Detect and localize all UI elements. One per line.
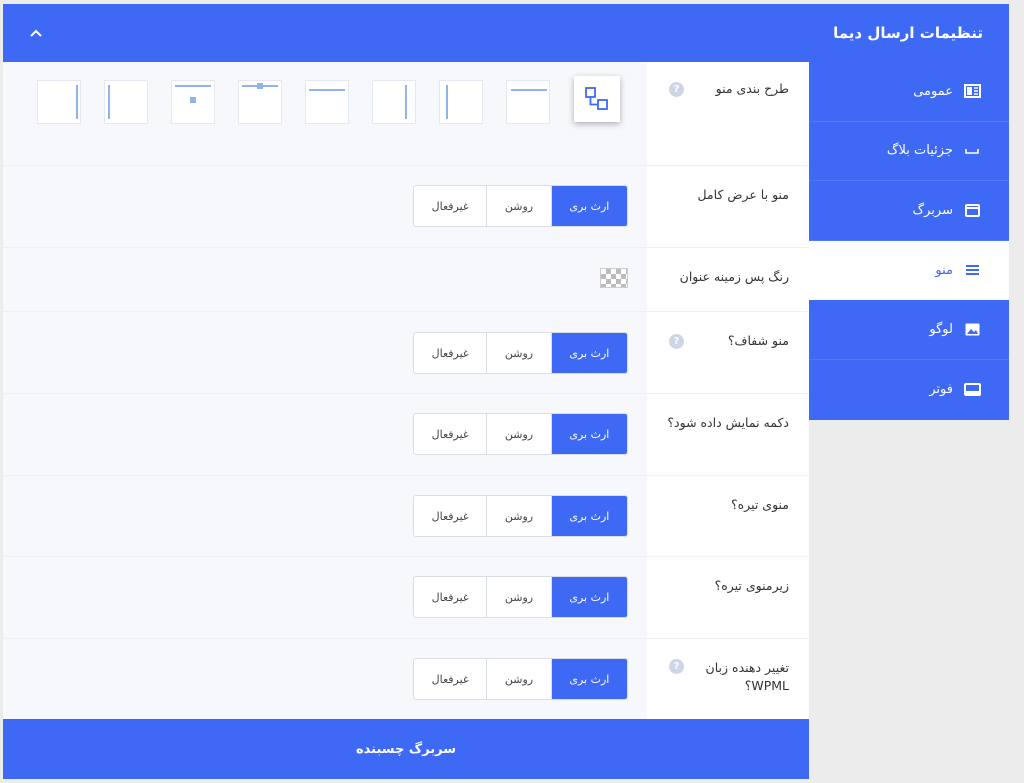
layout-option[interactable]: [305, 80, 349, 124]
segmented-control: غیرفعال روشن ارث بری: [413, 413, 628, 455]
option-disabled[interactable]: غیرفعال: [414, 577, 488, 617]
row-label: رنگ پس زمینه عنوان: [679, 269, 789, 284]
layout-option[interactable]: [439, 80, 483, 124]
option-disabled[interactable]: غیرفعال: [414, 333, 488, 373]
page-title: تنظیمات ارسال دیما: [833, 24, 983, 42]
row-label: دکمه نمایش داده شود؟: [667, 415, 789, 430]
option-light[interactable]: روشن: [487, 659, 552, 699]
option-inherit[interactable]: ارث بری: [551, 496, 627, 536]
help-icon[interactable]: ?: [669, 334, 684, 349]
sidebar-item-label: عمومی: [913, 83, 953, 99]
row-label: منو شفاف؟: [727, 333, 789, 348]
row-label: منو با عرض کامل: [697, 187, 789, 202]
sidebar-item-blog-details[interactable]: جزئیات بلاگ: [809, 122, 1009, 182]
row-dark-menu: غیرفعال روشن ارث بری منوی تیره؟: [3, 476, 809, 557]
sidebar-item-label: لوگو: [929, 322, 953, 338]
segmented-control: غیرفعال روشن ارث بری: [413, 576, 628, 618]
settings-panel: طرح بندی منو ? غیرفعال روشن ارث بری منو …: [3, 62, 809, 719]
help-icon[interactable]: ?: [669, 659, 684, 674]
option-inherit[interactable]: ارث بری: [551, 577, 627, 617]
row-full-width: غیرفعال روشن ارث بری منو با عرض کامل: [3, 166, 809, 248]
sidebar-item-logo[interactable]: لوگو: [809, 300, 1009, 360]
option-light[interactable]: روشن: [487, 577, 552, 617]
sidebar-item-label: جزئیات بلاگ: [886, 143, 953, 159]
layout-option[interactable]: [171, 80, 215, 124]
row-show-button: غیرفعال روشن ارث بری دکمه نمایش داده شود…: [3, 394, 809, 476]
option-light[interactable]: روشن: [487, 414, 552, 454]
help-icon[interactable]: ?: [669, 82, 684, 97]
row-label: طرح بندی منو: [715, 81, 789, 96]
sidebar-item-label: فوتر: [929, 382, 953, 398]
option-inherit[interactable]: ارث بری: [551, 186, 627, 226]
sidebar-item-label: سربرگ: [912, 202, 954, 218]
sidebar-item-footer[interactable]: فوتر: [809, 360, 1009, 420]
sidebar-item-menu[interactable]: منو: [809, 240, 1009, 301]
option-light[interactable]: روشن: [487, 496, 552, 536]
settings-header: تنظیمات ارسال دیما: [3, 4, 1009, 62]
layout-option[interactable]: [37, 80, 81, 124]
book-icon: [963, 83, 981, 99]
segmented-control: غیرفعال روشن ارث بری: [413, 495, 628, 537]
layout-option[interactable]: [104, 80, 148, 124]
image-icon: [963, 322, 981, 338]
segmented-control: غیرفعال روشن ارث بری: [413, 185, 628, 227]
row-title-bg: رنگ پس زمینه عنوان: [3, 248, 809, 312]
option-disabled[interactable]: غیرفعال: [414, 186, 488, 226]
option-disabled[interactable]: غیرفعال: [414, 496, 488, 536]
window-icon: [963, 202, 981, 218]
row-label: منوی تیره؟: [730, 497, 789, 512]
option-disabled[interactable]: غیرفعال: [414, 659, 488, 699]
minus-icon: [963, 143, 981, 159]
row-transparent: غیرفعال روشن ارث بری منو شفاف؟ ?: [3, 312, 809, 394]
settings-sidebar: عمومی جزئیات بلاگ سربرگ منو لوگو فوتر: [809, 62, 1009, 420]
layout-option-selected[interactable]: [574, 76, 620, 122]
row-menu-layout: طرح بندی منو ?: [3, 62, 809, 166]
option-inherit[interactable]: ارث بری: [551, 333, 627, 373]
option-light[interactable]: روشن: [487, 333, 552, 373]
sidebar-item-general[interactable]: عمومی: [809, 62, 1009, 122]
layout-option[interactable]: [506, 80, 550, 124]
option-disabled[interactable]: غیرفعال: [414, 414, 488, 454]
option-inherit[interactable]: ارث بری: [551, 659, 627, 699]
segmented-control: غیرفعال روشن ارث بری: [413, 332, 628, 374]
layout-icon: [585, 87, 608, 110]
sidebar-item-header[interactable]: سربرگ: [809, 181, 1009, 241]
row-dark-submenu: غیرفعال روشن ارث بری زیرمنوی تیره؟: [3, 557, 809, 639]
layout-options: [37, 76, 620, 126]
option-inherit[interactable]: ارث بری: [551, 414, 627, 454]
menu-icon: [963, 262, 981, 278]
layout-option[interactable]: [238, 80, 282, 124]
chevron-up-icon[interactable]: [25, 22, 47, 44]
row-wpml: غیرفعال روشن ارث بری تغییر دهنده زبان WP…: [3, 639, 809, 719]
row-label: زیرمنوی تیره؟: [714, 578, 789, 593]
sidebar-item-label: منو: [935, 262, 953, 278]
sticky-header-button[interactable]: سربرگ چسبنده: [3, 719, 809, 779]
color-picker-swatch[interactable]: [600, 268, 628, 288]
footer-icon: [963, 382, 981, 398]
layout-option[interactable]: [372, 80, 416, 124]
segmented-control: غیرفعال روشن ارث بری: [413, 658, 628, 700]
option-light[interactable]: روشن: [487, 186, 552, 226]
